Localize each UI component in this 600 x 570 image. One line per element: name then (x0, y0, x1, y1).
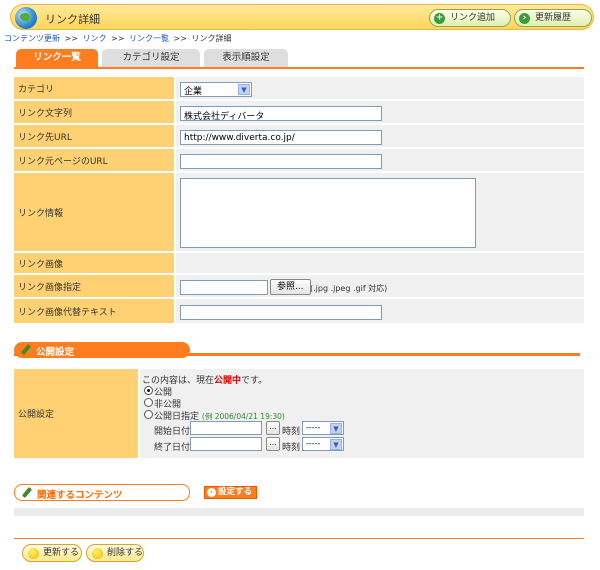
end-time-label: 時刻 (282, 443, 301, 453)
row-link-image: リンク画像 (14, 253, 584, 275)
add-link-button[interactable]: + リンク追加 (429, 9, 511, 27)
row-link-url: リンク先URL http://www.diverta.co.jp/ (14, 125, 584, 149)
end-time-select[interactable]: ----- ▼ (302, 437, 344, 451)
update-history-label: 更新履歴 (535, 13, 572, 23)
update-button[interactable]: 更新する (22, 544, 82, 562)
browse-button[interactable]: 参照... (270, 279, 311, 295)
link-url-input[interactable]: http://www.diverta.co.jp/ (180, 130, 382, 145)
end-date-label: 終了日付 (154, 443, 191, 453)
start-time-value: ----- (306, 423, 321, 432)
image-spec-label: リンク画像指定 (14, 275, 174, 299)
arrow-right-icon: › (519, 13, 530, 24)
category-selected-value: 企業 (184, 87, 203, 97)
image-types-note: (.jpg .jpeg .gif 対応) (310, 284, 388, 293)
source-url-input[interactable] (180, 154, 382, 169)
footer-divider (14, 538, 584, 539)
scheduled-example: (例 2006/04/21 19:30) (201, 412, 285, 421)
link-info-cell (176, 173, 584, 253)
link-info-label: リンク情報 (14, 173, 174, 253)
row-link-info: リンク情報 (14, 173, 584, 253)
delete-label: 削除する (107, 548, 144, 558)
radio-private[interactable] (144, 398, 153, 407)
set-related-button[interactable]: › 設定する (204, 486, 258, 499)
breadcrumb: コンテンツ更新 >> リンク >> リンク一覧 >> リンク詳細 (4, 33, 232, 44)
row-alt-text: リンク画像代替テキスト (14, 299, 584, 325)
breadcrumb-separator: >> (64, 34, 78, 43)
page-header: リンク詳細 + リンク追加 › 更新履歴 (10, 4, 594, 30)
update-history-button[interactable]: › 更新履歴 (514, 9, 592, 27)
globe-icon (15, 7, 37, 29)
arrow-right-icon: › (207, 488, 216, 497)
yellow-dot-icon (28, 548, 39, 559)
end-date-picker-button[interactable]: ... (266, 437, 280, 451)
tab-underline (14, 67, 584, 69)
publish-section-header: 公開設定 (14, 342, 190, 358)
link-text-label: リンク文字列 (14, 101, 174, 125)
breadcrumb-link[interactable]: リンク (83, 34, 107, 43)
related-content-area (14, 508, 584, 516)
publish-settings: 公開設定 この内容は、現在公開中です。 公開 非公開 公開日指定 (例 2006… (14, 369, 584, 458)
yellow-dot-icon (92, 548, 103, 559)
link-url-cell: http://www.diverta.co.jp/ (176, 125, 584, 149)
category-select[interactable]: 企業 ▼ (180, 82, 252, 97)
link-url-label: リンク先URL (14, 125, 174, 149)
link-text-cell: 株式会社ディバータ (176, 101, 584, 125)
start-date-input[interactable] (190, 421, 262, 435)
link-image-cell (176, 253, 584, 275)
publish-cell: この内容は、現在公開中です。 公開 非公開 公開日指定 (例 2006/04/2… (140, 369, 584, 458)
start-date-picker-button[interactable]: ... (266, 421, 280, 435)
source-url-cell (176, 149, 584, 173)
category-cell: 企業 ▼ (176, 77, 584, 101)
publish-section-title: 公開設定 (36, 347, 75, 358)
start-time-select[interactable]: ----- ▼ (302, 421, 344, 435)
pencil-icon (21, 487, 33, 499)
status-suffix: です。 (241, 376, 268, 386)
row-source-url: リンク元ページのURL (14, 149, 584, 173)
category-label: カテゴリ (14, 77, 174, 101)
breadcrumb-separator: >> (111, 34, 125, 43)
status-prefix: この内容は、現在 (142, 376, 215, 386)
status-value: 公開中 (214, 376, 242, 386)
set-related-label: 設定する (218, 487, 253, 497)
tab-link-list[interactable]: リンク一覧 (16, 49, 98, 67)
alt-text-input[interactable] (180, 305, 382, 320)
link-image-label: リンク画像 (14, 253, 174, 275)
link-info-textarea[interactable] (180, 178, 476, 248)
image-spec-cell: 参照... (.jpg .jpeg .gif 対応) (176, 275, 584, 299)
end-date-input[interactable] (190, 437, 262, 451)
tab-category-settings[interactable]: カテゴリ設定 (102, 49, 200, 67)
row-category: カテゴリ 企業 ▼ (14, 77, 584, 101)
related-content-header: 関連するコンテンツ (14, 484, 190, 501)
pencil-icon (20, 344, 32, 356)
breadcrumb-separator: >> (173, 34, 187, 43)
chevron-down-icon: ▼ (238, 84, 250, 95)
start-time-label: 時刻 (282, 427, 301, 437)
radio-public[interactable] (144, 386, 153, 395)
start-date-label: 開始日付 (154, 427, 191, 437)
update-label: 更新する (43, 548, 80, 558)
chevron-down-icon: ▼ (330, 439, 342, 450)
chevron-down-icon: ▼ (330, 423, 342, 434)
add-link-label: リンク追加 (450, 13, 496, 23)
row-image-spec: リンク画像指定 参照... (.jpg .jpeg .gif 対応) (14, 275, 584, 299)
breadcrumb-link-list[interactable]: リンク一覧 (129, 34, 169, 43)
end-time-value: ----- (306, 439, 321, 448)
delete-button[interactable]: 削除する (86, 544, 144, 562)
page-title: リンク詳細 (45, 13, 100, 26)
image-file-input[interactable] (180, 280, 268, 295)
plus-icon: + (434, 13, 445, 24)
source-url-label: リンク元ページのURL (14, 149, 174, 173)
radio-scheduled[interactable] (144, 410, 153, 419)
publish-label: 公開設定 (14, 369, 138, 458)
row-link-text: リンク文字列 株式会社ディバータ (14, 101, 584, 125)
alt-text-cell (176, 299, 584, 325)
alt-text-label: リンク画像代替テキスト (14, 299, 174, 325)
related-content-title: 関連するコンテンツ (37, 490, 123, 501)
tab-display-order[interactable]: 表示順設定 (204, 49, 288, 67)
breadcrumb-current: リンク詳細 (191, 34, 232, 43)
breadcrumb-content-update[interactable]: コンテンツ更新 (4, 34, 60, 43)
link-text-input[interactable]: 株式会社ディバータ (180, 106, 382, 122)
